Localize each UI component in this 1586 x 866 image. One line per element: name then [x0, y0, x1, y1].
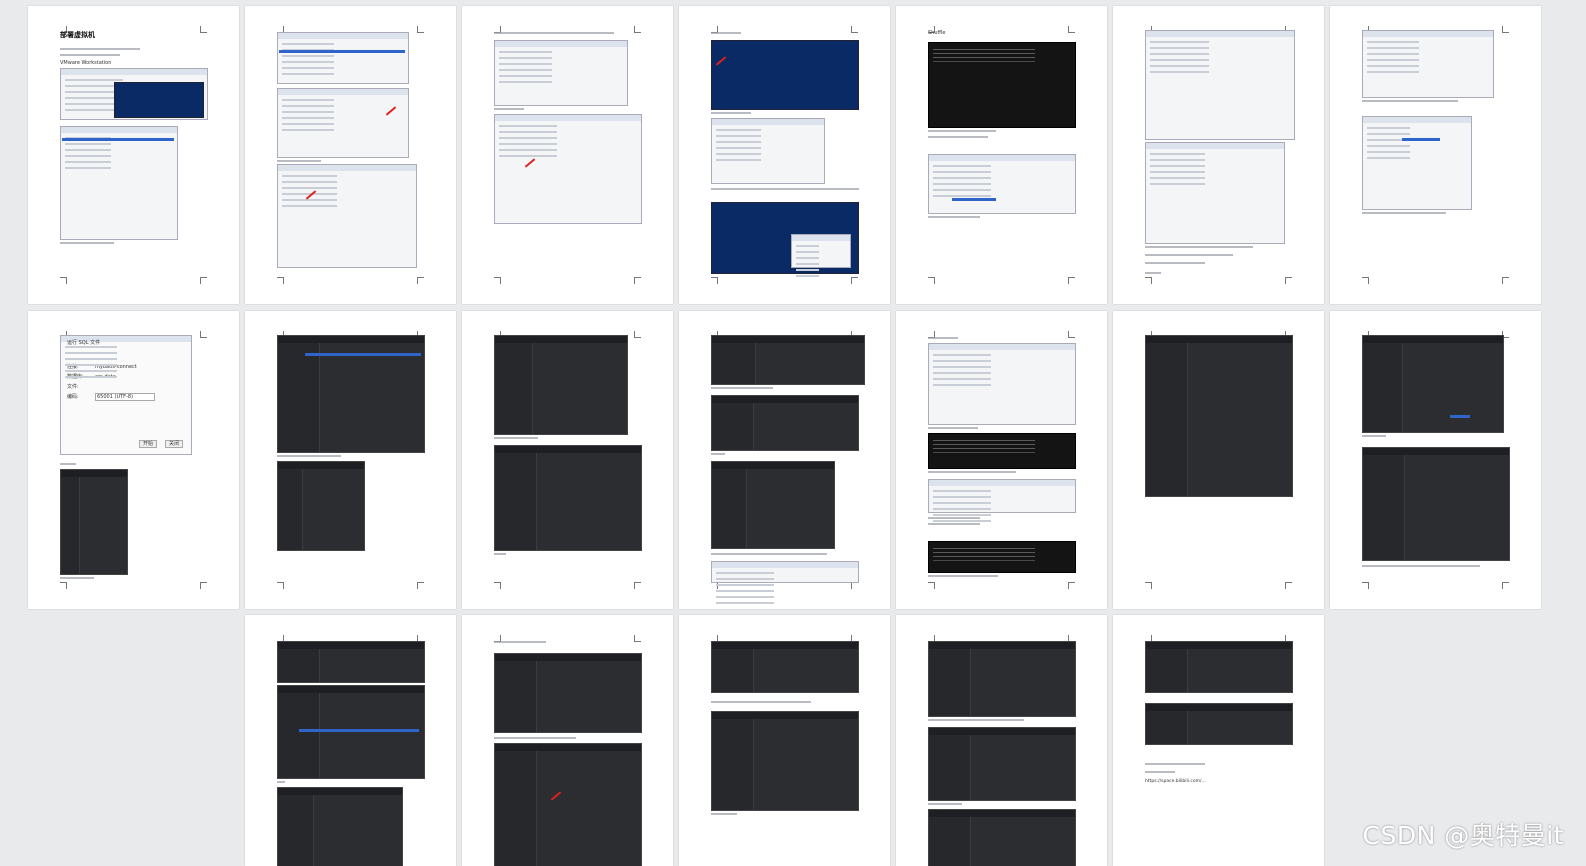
- video-link[interactable]: https://space.bilibili.com/...: [1145, 779, 1206, 785]
- ide-tree-screenshot-2: [1145, 335, 1293, 497]
- terminal-list-screenshot: [494, 114, 642, 224]
- wizard-screenshot: [60, 126, 178, 240]
- csdn-watermark: CSDN @奥特曼it: [1362, 821, 1564, 850]
- ide-screenshot-f: [711, 641, 859, 693]
- ide-screenshot-a: [277, 641, 425, 683]
- start-button[interactable]: 开始: [139, 440, 158, 448]
- package-tree-screenshot: [1362, 30, 1494, 98]
- ide-screenshot-d: [494, 653, 642, 733]
- page-18[interactable]: [896, 615, 1107, 866]
- config-text-screenshot: [1145, 30, 1295, 140]
- page-8[interactable]: 运行 SQL 文件 连接: mybatis-connect 数据库: ars-d…: [28, 311, 239, 609]
- run-sql-dialog: 运行 SQL 文件 连接: mybatis-connect 数据库: ars-d…: [60, 335, 192, 455]
- page-9[interactable]: [245, 311, 456, 609]
- ide-screenshot-k: [1145, 641, 1293, 693]
- label-connect: 连接:: [67, 364, 79, 370]
- encoding-select[interactable]: 65001 (UTF-8): [95, 393, 155, 401]
- ide-editor-screenshot-2: [494, 445, 642, 551]
- ide-new-project-dialog: [1362, 335, 1504, 433]
- new-file-dialog-screenshot: [1362, 116, 1472, 210]
- page-11[interactable]: [679, 311, 890, 609]
- settings-screenshot: [277, 88, 409, 158]
- ide-config-screenshot: [711, 461, 835, 549]
- ide-tree-screenshot: [60, 469, 128, 575]
- explorer-screenshot-2: [928, 343, 1076, 425]
- vm-desktop-screenshot-2: [711, 40, 859, 110]
- label-db: 数据库:: [67, 374, 84, 380]
- address-bar-screenshot: [711, 561, 859, 583]
- dialog-title: 运行 SQL 文件: [67, 340, 101, 346]
- ide-screenshot-g: [711, 711, 859, 811]
- ide-code-screenshot: [277, 461, 365, 551]
- page1-title: VMware Workstation: [60, 60, 112, 66]
- explorer-screenshot: [494, 40, 628, 106]
- page-5[interactable]: Shuffle: [896, 6, 1107, 304]
- dialog-screenshot: [277, 32, 409, 84]
- page-10[interactable]: [462, 311, 673, 609]
- network-screenshot: [277, 164, 417, 268]
- ide-screenshot-b: [277, 685, 425, 779]
- page-15[interactable]: [245, 615, 456, 866]
- page-2[interactable]: [245, 6, 456, 304]
- close-button[interactable]: 关闭: [165, 440, 184, 448]
- ide-screenshot-c: [277, 787, 403, 866]
- ide-editor-screenshot: [494, 335, 628, 435]
- ide-console-screenshot: [1145, 703, 1293, 745]
- ide-screenshot-j: [928, 809, 1076, 866]
- ide-settings-screenshot: [711, 395, 859, 451]
- page-13[interactable]: [1113, 311, 1324, 609]
- vm-dialog-screenshot: [791, 234, 851, 268]
- page-16[interactable]: [462, 615, 673, 866]
- page-6[interactable]: [1113, 6, 1324, 304]
- file-transfer-screenshot: [711, 118, 825, 184]
- log-output-screenshot: [1145, 142, 1285, 244]
- login-screen-screenshot: [928, 42, 1076, 128]
- value-db: ars-data: [95, 374, 116, 380]
- document-page-grid: 部署虚拟机 VMware Workstation Shuffle 运行 SQL …: [0, 0, 1586, 866]
- page5-heading: Shuffle: [928, 30, 946, 36]
- ide-screenshot-i: [928, 727, 1076, 801]
- page-3[interactable]: [462, 6, 673, 304]
- value-connect: mybatis-connect: [95, 364, 137, 370]
- ide-screenshot-h: [928, 641, 1076, 717]
- label-file: 文件:: [67, 384, 79, 390]
- page-7[interactable]: [1330, 6, 1541, 304]
- file-manager-screenshot: [928, 154, 1076, 214]
- page-17[interactable]: [679, 615, 890, 866]
- explorer-screenshot-3: [928, 479, 1076, 513]
- page1-heading: 部署虚拟机: [60, 31, 95, 39]
- page-14[interactable]: [1330, 311, 1541, 609]
- vm-desktop-screenshot: [114, 82, 204, 118]
- ide-run-screenshot: [711, 335, 865, 385]
- ide-screenshot-e: [494, 743, 642, 866]
- page-12[interactable]: [896, 311, 1107, 609]
- page-19[interactable]: https://space.bilibili.com/...: [1113, 615, 1324, 866]
- ide-facet-dialog: [1362, 447, 1510, 561]
- cmd-screenshot: [928, 433, 1076, 469]
- page-4[interactable]: [679, 6, 890, 304]
- page-1[interactable]: 部署虚拟机 VMware Workstation: [28, 6, 239, 304]
- cmd-screenshot-2: [928, 541, 1076, 573]
- label-encoding: 编码:: [67, 394, 79, 400]
